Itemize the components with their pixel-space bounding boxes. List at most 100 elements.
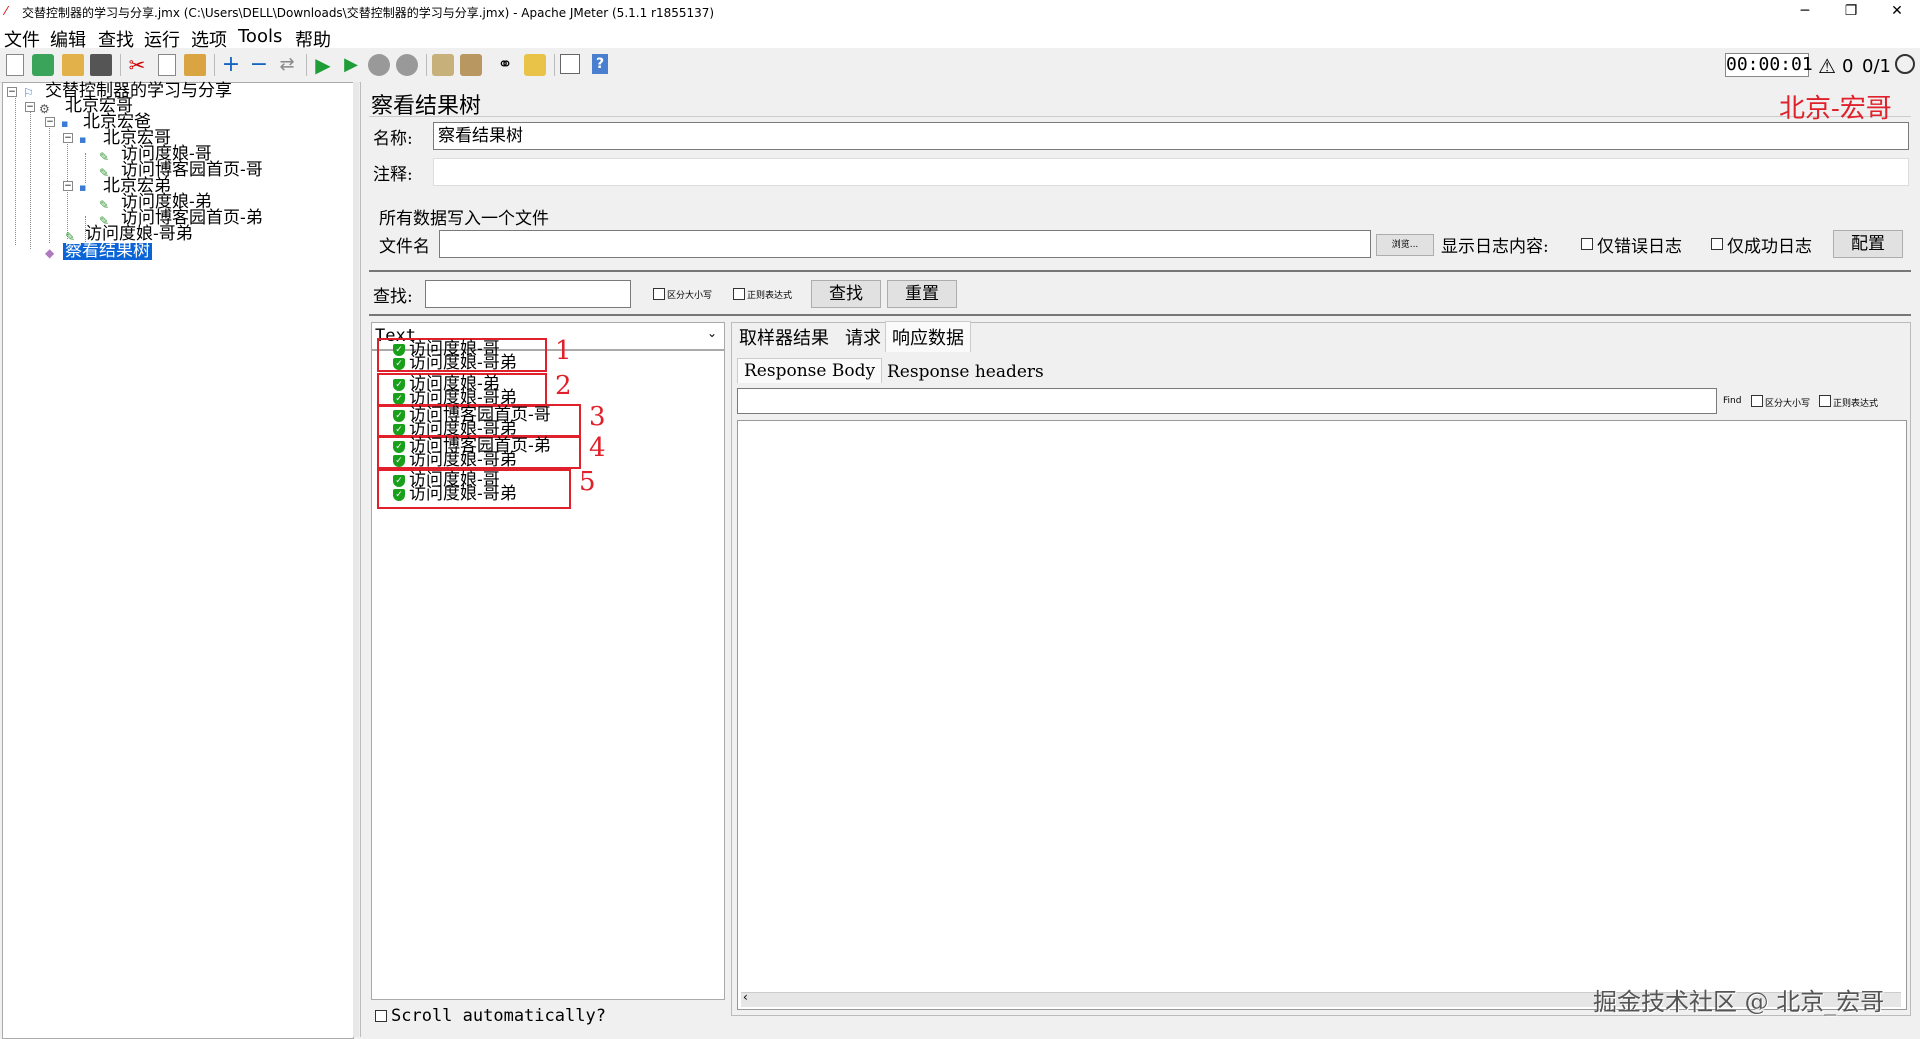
response-body-area[interactable] xyxy=(737,420,1907,1010)
listener-icon: ◆ xyxy=(45,246,55,260)
toolbar-separator xyxy=(214,54,215,76)
subtab-response-body[interactable]: Response Body xyxy=(737,358,883,383)
tab-sampler-result[interactable]: 取样器结果 xyxy=(733,322,835,352)
toolbar-separator xyxy=(554,54,555,76)
templates-icon[interactable] xyxy=(32,54,54,76)
start-no-pause-icon[interactable]: ▶ xyxy=(340,54,362,76)
binoculars-icon[interactable]: ⚭ xyxy=(494,54,516,76)
config-button[interactable]: 配置 xyxy=(1833,230,1903,258)
controller-icon: ▪ xyxy=(79,133,87,146)
clear-all-icon[interactable] xyxy=(460,54,482,76)
tree-line xyxy=(49,123,50,243)
shutdown-icon[interactable] xyxy=(396,54,418,76)
tab-request[interactable]: 请求 xyxy=(839,322,887,352)
cut-icon[interactable]: ✂ xyxy=(126,54,148,76)
browse-button[interactable]: 浏览... xyxy=(1376,234,1434,256)
paste-icon[interactable] xyxy=(184,54,206,76)
pencil-icon: ✎ xyxy=(99,214,110,228)
right-panel: 察看结果树 北京-宏哥 名称: 察看结果树 注释: 所有数据写入一个文件 文件名… xyxy=(360,82,1920,1037)
toggle-icon[interactable]: ⇄ xyxy=(276,54,298,76)
test-plan-tree: − ⚐ 交替控制器的学习与分享 − ⚙ 北京宏哥 − ▪ 北京宏爸 − ▪ 北京… xyxy=(2,82,354,1039)
scroll-auto-checkbox[interactable] xyxy=(375,1010,387,1022)
response-find-label: Find xyxy=(1723,396,1742,406)
tree-line xyxy=(15,95,16,245)
reset-search-icon[interactable] xyxy=(524,54,546,76)
elapsed-timer: 00:00:01 xyxy=(1725,53,1813,77)
collapse-toggle[interactable]: − xyxy=(63,133,73,143)
success-shield-icon: ✓ xyxy=(393,344,405,356)
pane-splitter[interactable] xyxy=(353,82,359,1037)
restore-button[interactable]: ❐ xyxy=(1828,0,1874,24)
clear-icon[interactable] xyxy=(432,54,454,76)
warning-icon[interactable]: ⚠ xyxy=(1818,54,1836,78)
collapse-icon[interactable]: − xyxy=(248,54,270,76)
controller-icon: ▪ xyxy=(61,117,69,130)
collapse-toggle[interactable]: − xyxy=(7,87,17,97)
success-shield-icon: ✓ xyxy=(393,455,405,467)
collapse-toggle[interactable]: − xyxy=(63,181,73,191)
annotation-number: 1 xyxy=(555,336,572,366)
jmeter-feather-icon: ⁄ xyxy=(5,4,8,18)
success-shield-icon: ✓ xyxy=(393,475,405,487)
test-plan-icon: ⚐ xyxy=(23,86,34,100)
success-shield-icon: ✓ xyxy=(393,379,405,391)
expand-icon[interactable]: + xyxy=(220,54,242,76)
function-helper-icon[interactable] xyxy=(560,54,580,74)
title-bar: ⁄ 交替控制器的学习与分享.jmx (C:\Users\DELL\Downloa… xyxy=(0,0,1920,24)
pencil-icon: ✎ xyxy=(99,198,110,212)
copy-icon[interactable] xyxy=(158,54,176,76)
new-icon[interactable] xyxy=(6,54,24,76)
success-shield-icon: ✓ xyxy=(393,358,405,370)
result-item[interactable]: 访问度娘-哥弟 xyxy=(409,486,517,503)
result-item[interactable]: 访问度娘-哥弟 xyxy=(409,355,517,372)
log-content-label: 显示日志内容: xyxy=(1441,237,1549,257)
result-item[interactable]: 访问度娘-哥弟 xyxy=(409,452,517,469)
close-button[interactable]: ✕ xyxy=(1874,0,1920,24)
collapse-toggle[interactable]: − xyxy=(25,102,35,112)
subtab-response-headers[interactable]: Response headers xyxy=(881,360,1050,384)
response-case-checkbox[interactable] xyxy=(1751,395,1763,407)
response-regex-label: 正则表达式 xyxy=(1833,399,1879,409)
watermark-top: 北京-宏哥 xyxy=(1779,94,1892,124)
tree-line xyxy=(30,109,31,249)
save-icon[interactable] xyxy=(90,54,112,76)
errors-only-checkbox[interactable] xyxy=(1581,238,1593,250)
annotation-number: 2 xyxy=(555,371,572,401)
gear-icon: ⚙ xyxy=(39,102,50,116)
toolbar: ✂ + − ⇄ ▶ ▶ ⚭ ? ⚠ 0 0/1 xyxy=(0,48,1920,83)
success-shield-icon: ✓ xyxy=(393,441,405,453)
success-only-checkbox[interactable] xyxy=(1711,238,1723,250)
success-shield-icon: ✓ xyxy=(393,489,405,501)
globe-icon[interactable] xyxy=(1895,54,1915,74)
annotation-number: 5 xyxy=(579,467,596,497)
annotation-number: 4 xyxy=(589,433,606,463)
scroll-auto-label: Scroll automatically? xyxy=(391,1006,606,1026)
response-case-label: 区分大小写 xyxy=(1765,399,1811,409)
errors-only-label: 仅错误日志 xyxy=(1597,237,1682,257)
toolbar-separator xyxy=(120,54,121,76)
tree-node-view-results-tree[interactable]: 察看结果树 xyxy=(63,243,152,260)
response-find-input[interactable] xyxy=(737,388,1717,414)
pencil-icon: ✎ xyxy=(65,230,76,244)
thread-count: 0/1 xyxy=(1862,56,1891,77)
menu-tools[interactable]: Tools xyxy=(238,26,282,47)
minimize-button[interactable]: ─ xyxy=(1782,0,1828,24)
window-title: 交替控制器的学习与分享.jmx (C:\Users\DELL\Downloads… xyxy=(22,6,715,20)
watermark-bottom: 掘金技术社区 @ 北京_宏哥 xyxy=(1593,988,1885,1016)
tab-response-data[interactable]: 响应数据 xyxy=(885,321,971,352)
pencil-icon: ✎ xyxy=(99,166,110,180)
tree-line xyxy=(85,153,86,183)
collapse-toggle[interactable]: − xyxy=(45,117,55,127)
open-icon[interactable] xyxy=(62,54,84,76)
annotation-number: 3 xyxy=(589,402,606,432)
menu-bar: 文件 编辑 查找 运行 选项 Tools 帮助 xyxy=(0,24,1920,51)
toolbar-separator xyxy=(306,54,307,76)
help-icon[interactable]: ? xyxy=(592,54,608,74)
scroll-left-icon[interactable]: ‹ xyxy=(743,990,748,1004)
pencil-icon: ✎ xyxy=(99,150,110,164)
response-regex-checkbox[interactable] xyxy=(1819,395,1831,407)
success-shield-icon: ✓ xyxy=(393,410,405,422)
stop-icon[interactable] xyxy=(368,54,390,76)
toolbar-separator xyxy=(426,54,427,76)
start-icon[interactable]: ▶ xyxy=(312,54,334,76)
